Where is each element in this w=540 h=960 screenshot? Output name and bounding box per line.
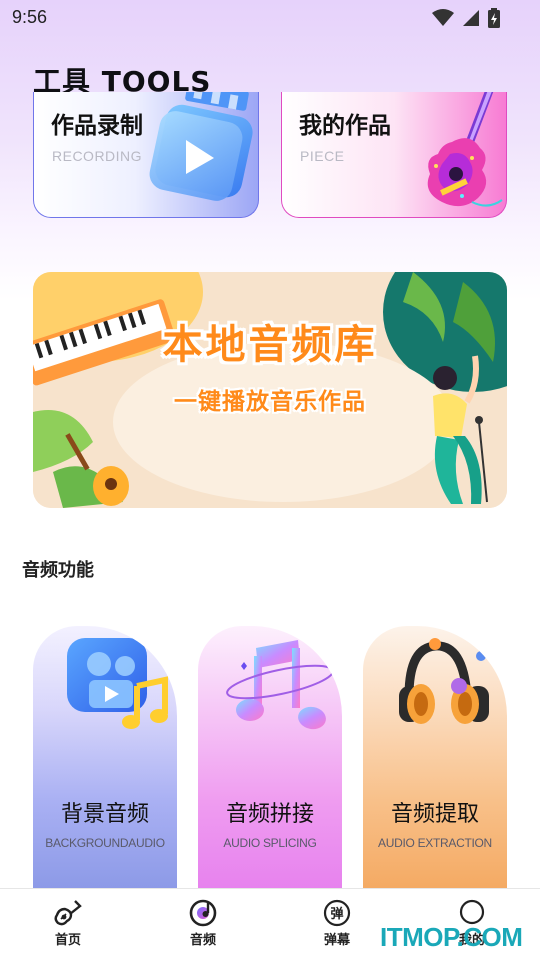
recording-card[interactable]: 作品录制 RECORDING [33,92,259,218]
banner-subtitle: 一键播放音乐作品 [174,389,366,415]
status-bar: 9:56 [0,0,540,36]
status-icons [432,8,500,28]
guitar-art-icon [427,92,503,207]
recording-card-subtitle: RECORDING [52,148,143,164]
audio-splicing-subtitle: AUDIO SPLICING [223,836,317,850]
my-works-card[interactable]: 我的作品 PIECE [281,92,507,218]
audio-features-label: 音频功能 [22,560,94,581]
audio-extraction-subtitle: AUDIO EXTRACTION [378,836,492,850]
background-audio-subtitle: BACKGROUNDAUDIO [45,836,165,850]
status-time: 9:56 [12,7,48,27]
banner-title: 本地音频库 [162,322,378,368]
headphones-icon [399,638,489,724]
my-works-card-title: 我的作品 [299,113,391,139]
audio-extraction-card[interactable]: 音频提取 AUDIO EXTRACTION [363,626,507,896]
background-audio-title: 背景音频 [60,802,149,827]
nav-audio[interactable]: 音频 [163,899,243,948]
video-camera-music-icon [67,638,168,729]
audio-extraction-title: 音频提取 [390,802,479,827]
danmu-icon: 弹 [323,899,351,927]
audio-splicing-card[interactable]: 音频拼接 AUDIO SPLICING [198,626,342,896]
nav-danmu[interactable]: 弹 弹幕 [297,899,377,948]
nav-audio-label: 音频 [189,933,216,948]
local-audio-library-banner[interactable]: 本地音频库 一键播放音乐作品 [33,272,507,508]
nav-home-label: 首页 [54,933,81,948]
audio-splicing-title: 音频拼接 [225,802,314,827]
vinyl-icon [189,899,217,927]
my-works-card-subtitle: PIECE [300,148,345,164]
music-note-orbit-icon [226,640,334,730]
video-play-icon [149,92,253,201]
guitar-icon [54,900,82,926]
recording-card-title: 作品录制 [51,113,143,139]
signal-icon [463,10,479,26]
svg-text:弹: 弹 [330,906,343,922]
background-audio-card[interactable]: 背景音频 BACKGROUNDAUDIO [33,626,177,896]
wifi-icon [432,9,454,26]
nav-danmu-label: 弹幕 [323,933,350,948]
battery-icon [488,8,500,28]
site-watermark: ITMOP.COM [380,922,523,952]
nav-home[interactable]: 首页 [28,899,108,948]
